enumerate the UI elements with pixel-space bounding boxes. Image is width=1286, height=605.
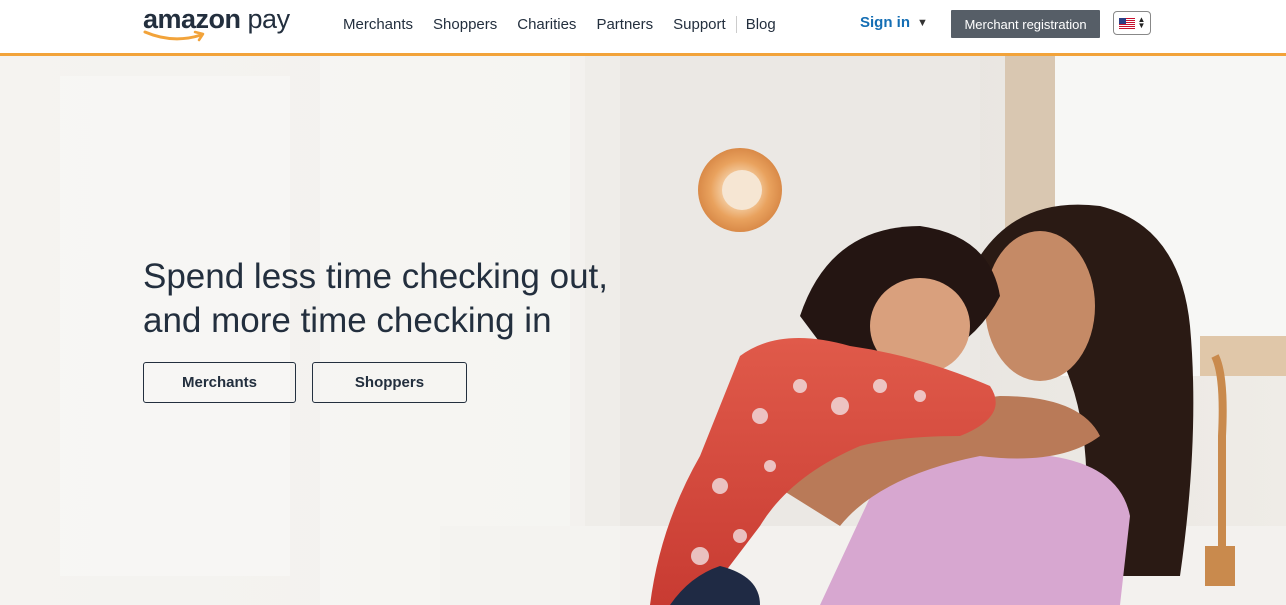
headline-line-2: and more time checking in [143, 301, 552, 340]
hero-headline: Spend less time checking out, and more t… [143, 255, 663, 343]
sign-in-dropdown[interactable]: Sign in ▼ [860, 14, 928, 31]
nav-charities[interactable]: Charities [517, 16, 576, 33]
us-flag-icon [1118, 17, 1135, 29]
nav-shoppers[interactable]: Shoppers [433, 16, 497, 33]
merchant-registration-button[interactable]: Merchant registration [951, 10, 1100, 38]
main-nav: Merchants Shoppers Charities Partners Su… [343, 14, 796, 34]
nav-support[interactable]: Support [673, 16, 726, 33]
hero-section: Spend less time checking out, and more t… [0, 56, 1286, 605]
caret-down-icon: ▼ [917, 16, 928, 29]
hero-shoppers-button[interactable]: Shoppers [312, 362, 467, 403]
nav-blog[interactable]: Blog [746, 16, 776, 33]
nav-partners[interactable]: Partners [596, 16, 653, 33]
nav-merchants[interactable]: Merchants [343, 16, 413, 33]
select-arrows-icon: ▲ ▼ [1137, 15, 1146, 30]
sign-in-label: Sign in [860, 14, 910, 31]
site-header: amazon pay Merchants Shoppers Charities … [0, 0, 1286, 56]
amazon-pay-logo[interactable]: amazon pay [143, 4, 303, 46]
headline-line-1: Spend less time checking out, [143, 257, 608, 296]
nav-divider [735, 15, 737, 33]
locale-select[interactable]: ▲ ▼ [1113, 11, 1151, 35]
hero-merchants-button[interactable]: Merchants [143, 362, 296, 403]
smile-arrow-icon [143, 30, 205, 42]
